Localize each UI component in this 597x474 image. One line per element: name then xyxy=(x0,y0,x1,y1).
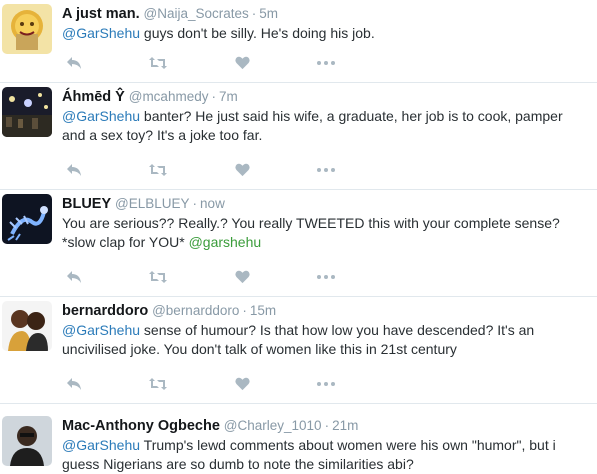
retweet-button[interactable] xyxy=(148,53,168,73)
separator-dot: · xyxy=(192,196,198,211)
tweet[interactable]: A just man. @Naija_Socrates · 5m @GarShehu… xyxy=(0,0,597,83)
tweet-actions xyxy=(62,53,362,73)
separator-dot: · xyxy=(211,89,216,104)
timestamp[interactable]: 21m xyxy=(332,418,358,433)
reply-icon xyxy=(67,164,81,176)
avatar[interactable] xyxy=(2,4,52,54)
mention-link[interactable]: @GarShehu xyxy=(62,25,140,41)
like-button[interactable] xyxy=(232,160,252,180)
tweet-line: *slow clap for YOU* @garshehu xyxy=(62,233,560,252)
reply-icon xyxy=(67,271,81,283)
tweet[interactable]: Mac-Anthony Ogbeche @Charley_1010 · 21m @G… xyxy=(0,404,597,474)
tweet-line-text: You are serious?? Really.? You really TW… xyxy=(62,215,560,231)
tweet[interactable]: bernarddoro @bernarddoro · 15m @GarShehu s… xyxy=(0,297,597,404)
reply-button[interactable] xyxy=(64,53,84,73)
mention-link[interactable]: @GarShehu xyxy=(62,322,140,338)
reply-icon xyxy=(67,57,81,69)
like-icon xyxy=(234,377,250,391)
mention-link[interactable]: @GarShehu xyxy=(62,437,140,453)
reply-button[interactable] xyxy=(64,374,84,394)
more-icon xyxy=(317,275,335,279)
like-icon xyxy=(234,56,250,70)
tweet-line-text: banter? He just said his wife, a graduat… xyxy=(140,108,563,124)
display-name[interactable]: A just man. xyxy=(62,6,140,22)
timestamp[interactable]: 15m xyxy=(250,303,276,318)
separator-dot: · xyxy=(251,6,257,21)
username[interactable]: @mcahmedy xyxy=(129,89,209,104)
tweet-header: BLUEY @ELBLUEY · now xyxy=(62,194,225,213)
tweet-header: Mac-Anthony Ogbeche @Charley_1010 · 21m xyxy=(62,416,358,435)
mention-link[interactable]: @GarShehu xyxy=(62,108,140,124)
retweet-icon xyxy=(149,164,167,176)
tweet-actions xyxy=(62,374,362,394)
more-icon xyxy=(317,382,335,386)
like-button[interactable] xyxy=(232,374,252,394)
tweet-text: @GarShehu Trump's lewd comments about wo… xyxy=(62,436,556,474)
separator-dot: · xyxy=(242,303,247,318)
tweet-text: @GarShehu sense of humour? Is that how l… xyxy=(62,321,534,359)
tweet-line: @GarShehu guys don't be silly. He's doin… xyxy=(62,24,375,43)
timestamp[interactable]: 5m xyxy=(259,6,278,21)
tweet-text: @GarShehu banter? He just said his wife,… xyxy=(62,107,563,145)
retweet-button[interactable] xyxy=(148,160,168,180)
display-name[interactable]: Mac-Anthony Ogbeche xyxy=(62,418,220,434)
username[interactable]: @bernarddoro xyxy=(152,303,239,318)
reply-icon xyxy=(67,378,81,390)
more-icon xyxy=(317,168,335,172)
display-name[interactable]: bernarddoro xyxy=(62,303,148,319)
tweet-header: A just man. @Naija_Socrates · 5m xyxy=(62,4,278,23)
like-button[interactable] xyxy=(232,267,252,287)
retweet-button[interactable] xyxy=(148,267,168,287)
tweet-line: @GarShehu banter? He just said his wife,… xyxy=(62,107,563,126)
timestamp[interactable]: now xyxy=(200,196,225,211)
avatar[interactable] xyxy=(2,416,52,466)
retweet-icon xyxy=(149,57,167,69)
retweet-icon xyxy=(149,378,167,390)
tweet-line-text: guys don't be silly. He's doing his job. xyxy=(140,25,375,41)
reply-button[interactable] xyxy=(64,267,84,287)
more-button[interactable] xyxy=(316,53,336,73)
username[interactable]: @Naija_Socrates xyxy=(144,6,249,21)
timestamp[interactable]: 7m xyxy=(219,89,238,104)
tweet-actions xyxy=(62,267,362,287)
like-icon xyxy=(234,163,250,177)
more-icon xyxy=(317,61,335,65)
username[interactable]: @ELBLUEY xyxy=(115,196,190,211)
tweet[interactable]: Áhmēd Ŷ @mcahmedy · 7m @GarShehu banter? H… xyxy=(0,83,597,190)
tweet-line-text: and a sex toy? It's a joke too far. xyxy=(62,127,263,143)
mention-link[interactable]: @garshehu xyxy=(189,234,262,250)
more-button[interactable] xyxy=(316,160,336,180)
more-button[interactable] xyxy=(316,267,336,287)
tweet-text: @GarShehu guys don't be silly. He's doin… xyxy=(62,24,375,43)
tweet-line: uncivilised joke. You don't talk of wome… xyxy=(62,340,534,359)
avatar[interactable] xyxy=(2,87,52,137)
tweet-line-text: guess Nigerians are so dumb to note the … xyxy=(62,456,414,472)
tweet-line-text: *slow clap for YOU* xyxy=(62,234,189,250)
tweet-header: Áhmēd Ŷ @mcahmedy · 7m xyxy=(62,87,238,106)
avatar[interactable] xyxy=(2,194,52,244)
display-name[interactable]: Áhmēd Ŷ xyxy=(62,89,125,105)
tweet-header: bernarddoro @bernarddoro · 15m xyxy=(62,301,276,320)
tweet-line: @GarShehu sense of humour? Is that how l… xyxy=(62,321,534,340)
tweet-line: @GarShehu Trump's lewd comments about wo… xyxy=(62,436,556,455)
tweet-line: You are serious?? Really.? You really TW… xyxy=(62,214,560,233)
tweet-line-text: uncivilised joke. You don't talk of wome… xyxy=(62,341,457,357)
reply-button[interactable] xyxy=(64,160,84,180)
display-name[interactable]: BLUEY xyxy=(62,196,111,212)
tweet-line-text: Trump's lewd comments about women were h… xyxy=(140,437,556,453)
tweet-text: You are serious?? Really.? You really TW… xyxy=(62,214,560,252)
separator-dot: · xyxy=(324,418,330,433)
avatar[interactable] xyxy=(2,301,52,351)
username[interactable]: @Charley_1010 xyxy=(224,418,322,433)
like-button[interactable] xyxy=(232,53,252,73)
retweet-button[interactable] xyxy=(148,374,168,394)
tweet-line: guess Nigerians are so dumb to note the … xyxy=(62,455,556,474)
like-icon xyxy=(234,270,250,284)
more-button[interactable] xyxy=(316,374,336,394)
tweet-line-text: sense of humour? Is that how low you hav… xyxy=(140,322,535,338)
tweet-line: and a sex toy? It's a joke too far. xyxy=(62,126,563,145)
tweet[interactable]: BLUEY @ELBLUEY · now You are serious?? Rea… xyxy=(0,190,597,297)
retweet-icon xyxy=(149,271,167,283)
tweet-actions xyxy=(62,160,362,180)
